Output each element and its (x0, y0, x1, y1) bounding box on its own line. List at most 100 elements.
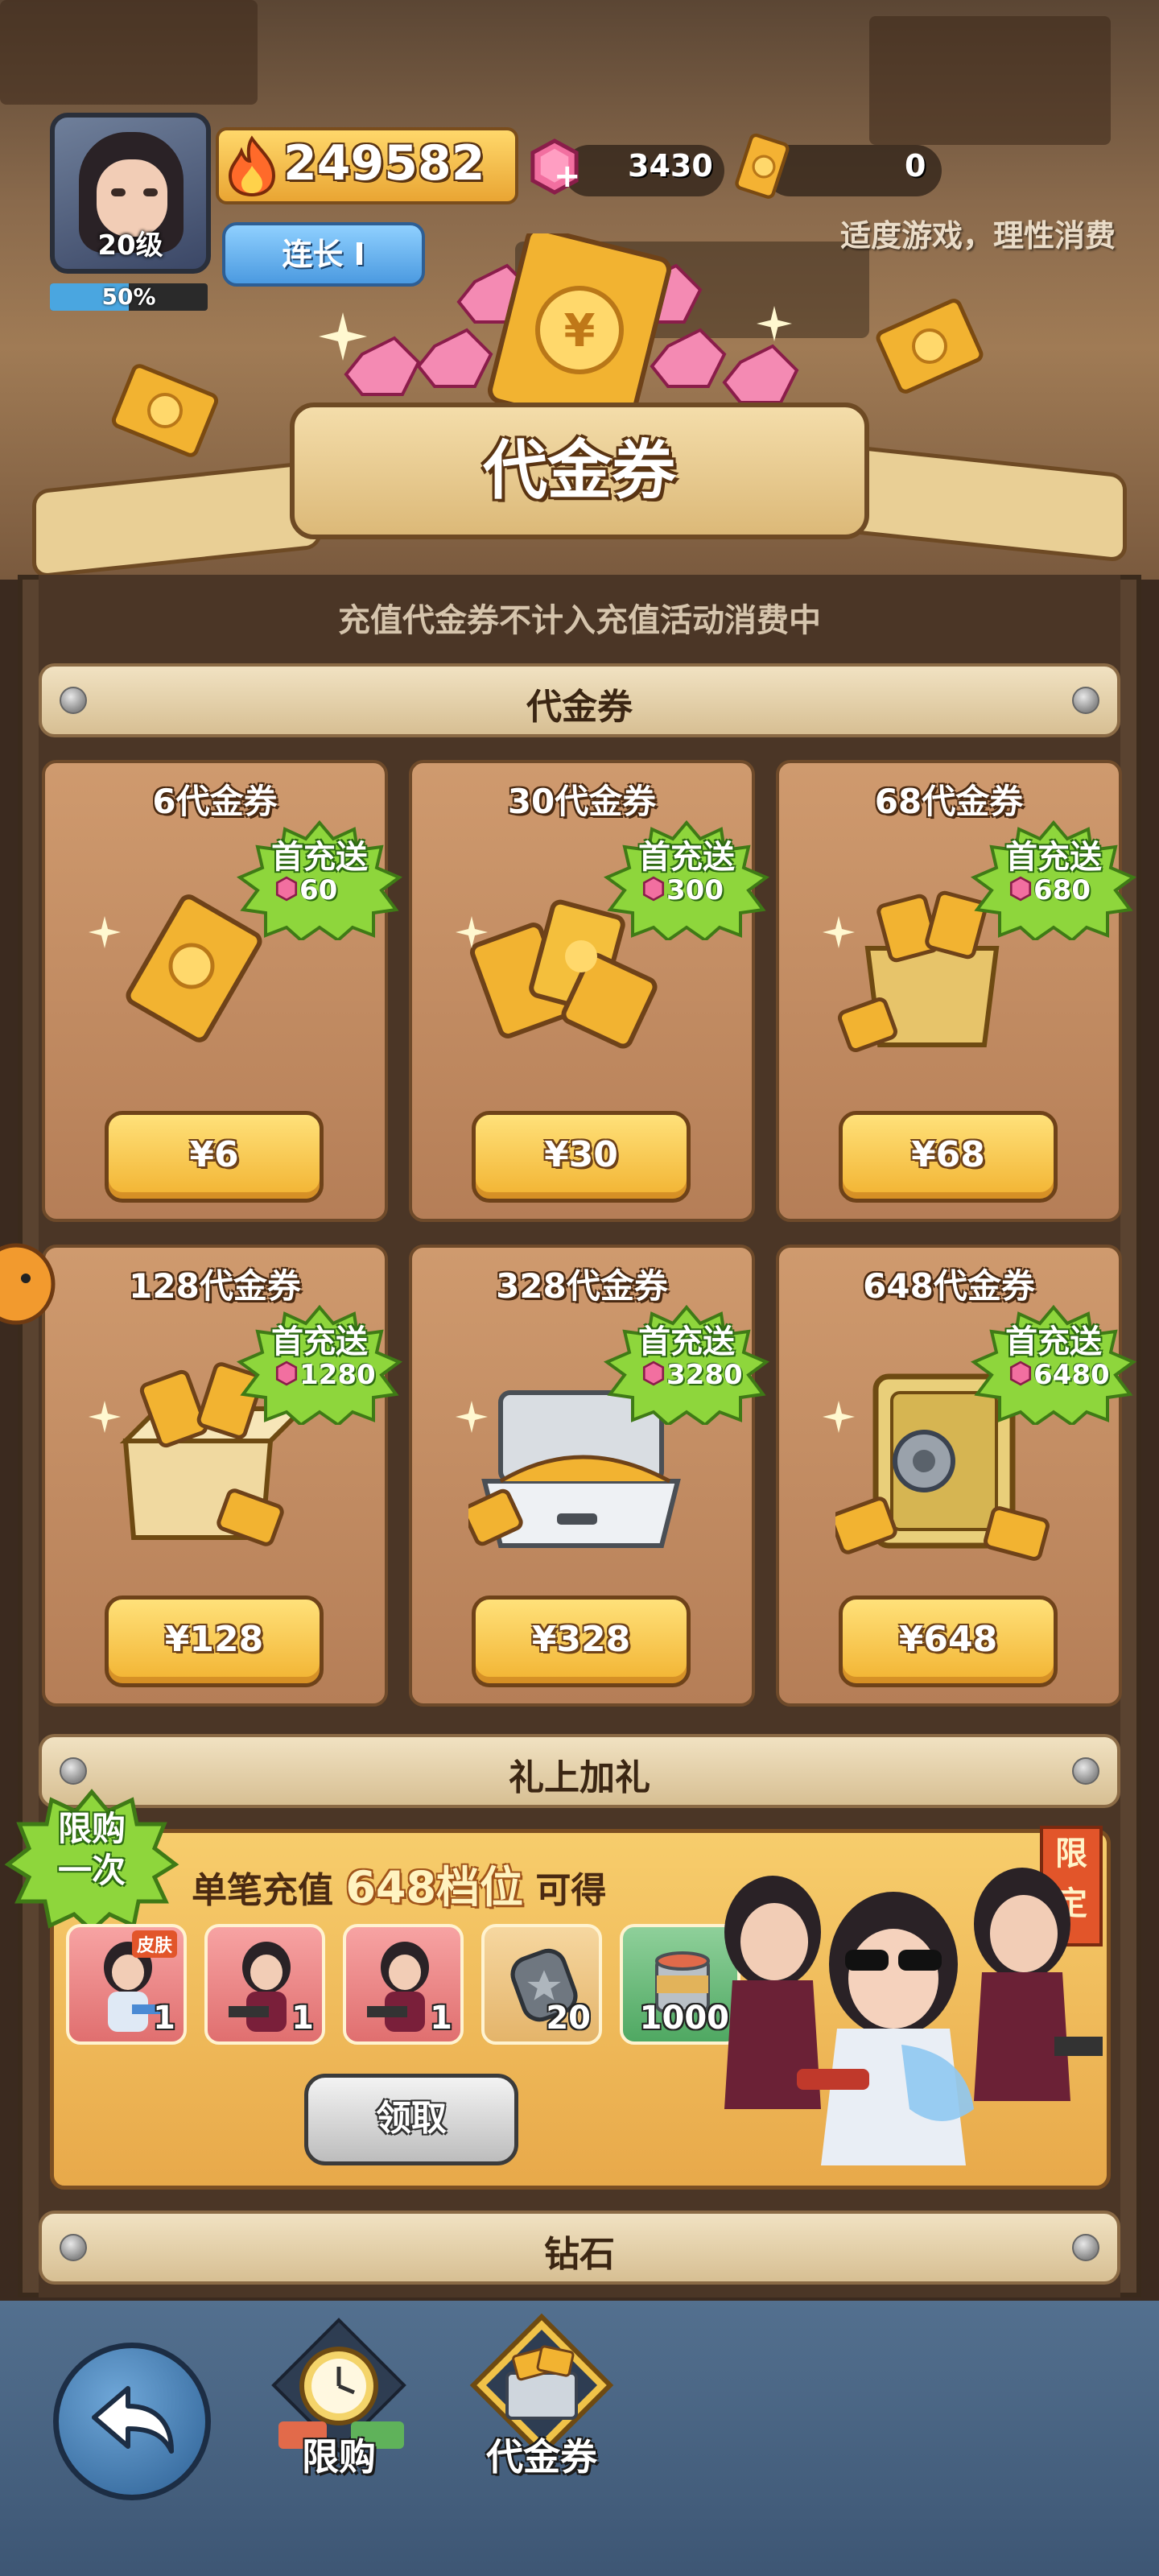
tab-limited[interactable]: 限购 (262, 2309, 415, 2479)
voucher-card[interactable]: 328代金券 首充送 3280 ¥328 (409, 1245, 770, 1707)
first-recharge-label: 首充送 (271, 1323, 368, 1360)
avatar-eye (111, 188, 126, 196)
voucher-decoration-icon (876, 299, 984, 394)
gem-icon (1009, 1360, 1032, 1386)
bonus-gem-count: 60 (299, 874, 338, 906)
sparkle-icon (319, 312, 367, 361)
voucher-card-name: 328代金券 (496, 1266, 668, 1306)
section-header-diamond: 钻石 (39, 2211, 1120, 2285)
pet-helper-icon[interactable] (0, 1240, 56, 1328)
voucher-icon (735, 133, 790, 199)
sparkle-icon (823, 1401, 855, 1433)
bonus-gem-count: 300 (666, 874, 724, 906)
avatar-eye (143, 188, 158, 196)
limit-once-text: 限购 一次 (3, 1808, 180, 1892)
gift-item-count: 1 (291, 2000, 314, 2037)
voucher-card[interactable]: 68代金券 首充送 680 ¥68 (776, 760, 1137, 1222)
gift-condition-post: 可得 (535, 1870, 607, 1911)
bonus-gem-count: 6480 (1033, 1359, 1110, 1391)
sparkle-icon (757, 306, 792, 341)
background-shelf (869, 16, 1111, 145)
first-recharge-label: 首充送 (271, 839, 368, 876)
player-level: 20级 (97, 229, 163, 262)
background-shelf (0, 0, 258, 105)
voucher-count: 0 (905, 148, 926, 184)
section-title: 礼上加礼 (509, 1757, 650, 1798)
gem-count: 3430 (628, 148, 713, 184)
buy-price-button[interactable]: ¥648 (839, 1596, 1058, 1687)
gem-icon (642, 876, 665, 902)
bonus-gem-count: 680 (1033, 874, 1091, 906)
voucher-card-name: 648代金券 (863, 1266, 1035, 1306)
flame-icon (228, 135, 276, 196)
sparkle-icon (89, 916, 121, 948)
first-recharge-label: 首充送 (638, 839, 735, 876)
healthy-gaming-notice: 适度游戏，理性消费 (839, 218, 1116, 254)
voucher-card-name: 30代金券 (507, 782, 657, 821)
first-recharge-badge: 首充送 1280 (235, 1304, 404, 1425)
first-recharge-label: 首充送 (1005, 839, 1102, 876)
first-recharge-badge: 首充送 60 (235, 819, 404, 940)
buy-price-button[interactable]: ¥68 (839, 1111, 1058, 1203)
sparkle-icon (823, 916, 855, 948)
page-title: 代金券 (483, 433, 676, 508)
gem-icon (275, 1360, 298, 1386)
gift-item-count: 20 (546, 2000, 591, 2037)
first-recharge-badge: 首充送 3280 (602, 1304, 771, 1425)
buy-price-button[interactable]: ¥328 (472, 1596, 691, 1687)
voucher-card[interactable]: 128代金券 首充送 1280 ¥128 (42, 1245, 403, 1707)
gift-item-skin[interactable]: 皮肤 1 (66, 1924, 187, 2045)
buy-price-button[interactable]: ¥128 (105, 1596, 324, 1687)
power-panel: 249582 (216, 127, 518, 204)
gem-icon (275, 876, 298, 902)
limit-once-line: 一次 (57, 1851, 126, 1890)
tab-label: 限购 (302, 2435, 376, 2479)
first-recharge-badge: 首充送 300 (602, 819, 771, 940)
voucher-card-name: 128代金券 (129, 1266, 301, 1306)
skin-tag: 皮肤 (132, 1930, 178, 1958)
sparkle-icon (456, 1401, 488, 1433)
voucher-decoration-icon (111, 364, 219, 457)
section-header-gift: 礼上加礼 (39, 1734, 1120, 1808)
gift-item-count: 1 (430, 2000, 452, 2037)
bonus-gem-count: 3280 (666, 1359, 743, 1391)
first-recharge-label: 首充送 (638, 1323, 735, 1360)
gem-icon (1009, 876, 1032, 902)
recharge-note: 充值代金券不计入充值活动消费中 (338, 602, 821, 639)
back-arrow-icon (92, 2386, 174, 2454)
voucher-card-name: 68代金券 (874, 782, 1024, 821)
voucher-card[interactable]: 30代金券 首充送 300 ¥30 (409, 760, 770, 1222)
voucher-card[interactable]: 648代金券 首充送 6480 ¥648 (776, 1245, 1137, 1707)
first-recharge-badge: 首充送 680 (969, 819, 1138, 940)
back-button[interactable] (53, 2343, 211, 2500)
add-gems-button[interactable]: + (554, 158, 581, 195)
exp-percent: 50% (101, 283, 156, 310)
section-header-voucher: 代金券 (39, 663, 1120, 737)
sparkle-icon (456, 916, 488, 948)
player-avatar[interactable]: 20级 (50, 113, 211, 274)
voucher-card-name: 6代金券 (152, 782, 278, 821)
section-title: 代金券 (526, 687, 633, 728)
tab-voucher[interactable]: 代金券 (457, 2309, 626, 2479)
sparkle-icon (89, 1401, 121, 1433)
power-value: 249582 (283, 135, 485, 192)
buy-price-button[interactable]: ¥30 (472, 1111, 691, 1203)
section-title: 钻石 (544, 2234, 615, 2275)
buy-price-button[interactable]: ¥6 (105, 1111, 324, 1203)
limit-once-line: 限购 (57, 1809, 126, 1848)
tab-label: 代金券 (486, 2435, 597, 2479)
gift-item-count: 1 (153, 2000, 175, 2037)
svg-text:¥: ¥ (564, 305, 596, 357)
gem-icon (642, 1360, 665, 1386)
gift-condition-tier: 648档位 (345, 1862, 524, 1913)
characters-illustration (724, 1868, 1103, 2165)
gift-item-character[interactable]: 1 (343, 1924, 464, 2045)
gift-item-dog-tag[interactable]: 20 (481, 1924, 602, 2045)
claim-button[interactable]: 领取 (304, 2074, 518, 2165)
gift-condition: 单笔充值 648档位 可得 (192, 1852, 606, 1915)
voucher-card[interactable]: 6代金券 首充送 60 ¥6 (42, 760, 403, 1222)
first-recharge-label: 首充送 (1005, 1323, 1102, 1360)
gift-condition-pre: 单笔充值 (192, 1870, 333, 1911)
gift-item-character[interactable]: 1 (204, 1924, 325, 2045)
first-recharge-badge: 首充送 6480 (969, 1304, 1138, 1425)
